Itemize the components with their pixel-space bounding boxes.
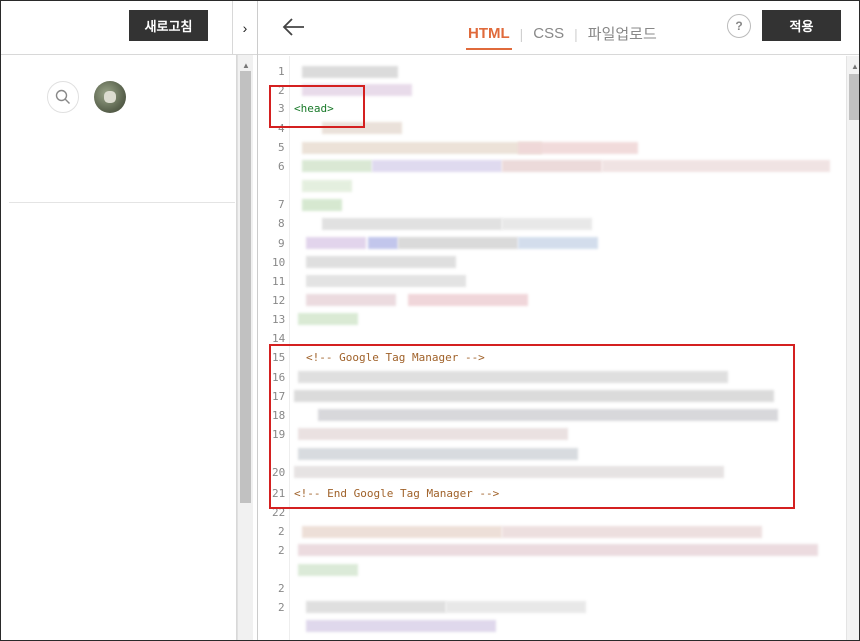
blurred-code-segment [602, 160, 830, 172]
apply-button[interactable]: 적용 [762, 10, 841, 41]
preview-divider [9, 202, 235, 203]
line-number: 2 [278, 525, 285, 538]
blurred-code-segment [518, 142, 638, 154]
blurred-code-segment [518, 237, 598, 249]
blurred-code-segment [302, 160, 372, 172]
chevron-right-icon: › [242, 19, 248, 36]
blurred-code-segment [302, 180, 352, 192]
preview-toolbar: 새로고침 [1, 1, 237, 55]
blurred-code-segment [368, 237, 398, 249]
tab-separator: | [574, 25, 578, 42]
collapse-panel-button[interactable]: › [232, 1, 258, 55]
blurred-code-segment [298, 564, 358, 576]
preview-panel: 새로고침 [1, 1, 237, 640]
blurred-code-segment [446, 601, 586, 613]
line-number: 2 [278, 544, 285, 557]
line-number: 1 [278, 65, 285, 78]
editor-panel: HTML | CSS | 파일업로드 ? 적용 1 2 3 4 5 6 7 8 9 10 11 12 1… [257, 1, 859, 640]
editor-scrollbar[interactable]: ▲ [846, 56, 859, 640]
blurred-code-segment [302, 66, 398, 78]
avatar[interactable] [94, 81, 126, 113]
blurred-code-segment [502, 160, 602, 172]
line-number: 5 [278, 141, 285, 154]
tab-file-upload[interactable]: 파일업로드 [586, 23, 659, 44]
scroll-up-icon[interactable]: ▲ [242, 61, 250, 70]
blurred-code-segment [306, 275, 466, 287]
line-number: 7 [278, 198, 285, 211]
back-arrow-icon[interactable] [280, 13, 308, 41]
blurred-code-segment [302, 199, 342, 211]
line-number: 9 [278, 237, 285, 250]
help-button[interactable]: ? [727, 14, 751, 38]
blurred-code-segment [306, 601, 446, 613]
highlight-box-head [269, 85, 365, 128]
blurred-code-segment [372, 160, 502, 172]
blurred-code-segment [306, 294, 396, 306]
search-icon [55, 89, 70, 104]
blurred-code-segment [306, 237, 366, 249]
line-number: 8 [278, 217, 285, 230]
refresh-button[interactable]: 새로고침 [129, 10, 208, 41]
highlight-box-gtm [269, 344, 795, 509]
tab-separator: | [519, 25, 524, 42]
line-number: 12 [272, 294, 286, 307]
blurred-code-segment [322, 218, 502, 230]
app-window: 새로고침 ▲ › HTML | CSS | 파일업로드 ? 적용 1 2 3 4… [0, 0, 860, 641]
line-number: 2 [278, 582, 285, 595]
blurred-code-segment [298, 313, 358, 325]
blurred-code-segment [408, 294, 528, 306]
line-number: 10 [272, 256, 286, 269]
line-number: 2 [278, 601, 285, 614]
preview-scrollbar[interactable]: ▲ [237, 55, 253, 640]
blurred-code-segment [502, 218, 592, 230]
blurred-code-segment [298, 544, 818, 556]
search-button[interactable] [47, 81, 79, 113]
blurred-code-segment [398, 237, 518, 249]
preview-scrollbar-thumb[interactable] [240, 71, 251, 503]
blurred-code-segment [306, 620, 496, 632]
line-number: 6 [278, 160, 285, 173]
blurred-code-segment [302, 526, 502, 538]
editor-tabs: HTML | CSS | 파일업로드 [466, 17, 659, 50]
blurred-code-segment [306, 256, 456, 268]
editor-scrollbar-thumb[interactable] [849, 74, 859, 120]
line-number: 11 [272, 275, 286, 288]
scroll-up-icon[interactable]: ▲ [851, 62, 859, 71]
line-number: 13 [272, 313, 286, 326]
tab-css[interactable]: CSS [531, 25, 566, 42]
blurred-code-segment [502, 526, 762, 538]
editor-toolbar: HTML | CSS | 파일업로드 ? 적용 [258, 1, 859, 55]
tab-html[interactable]: HTML [466, 25, 512, 50]
blurred-code-segment [302, 142, 542, 154]
